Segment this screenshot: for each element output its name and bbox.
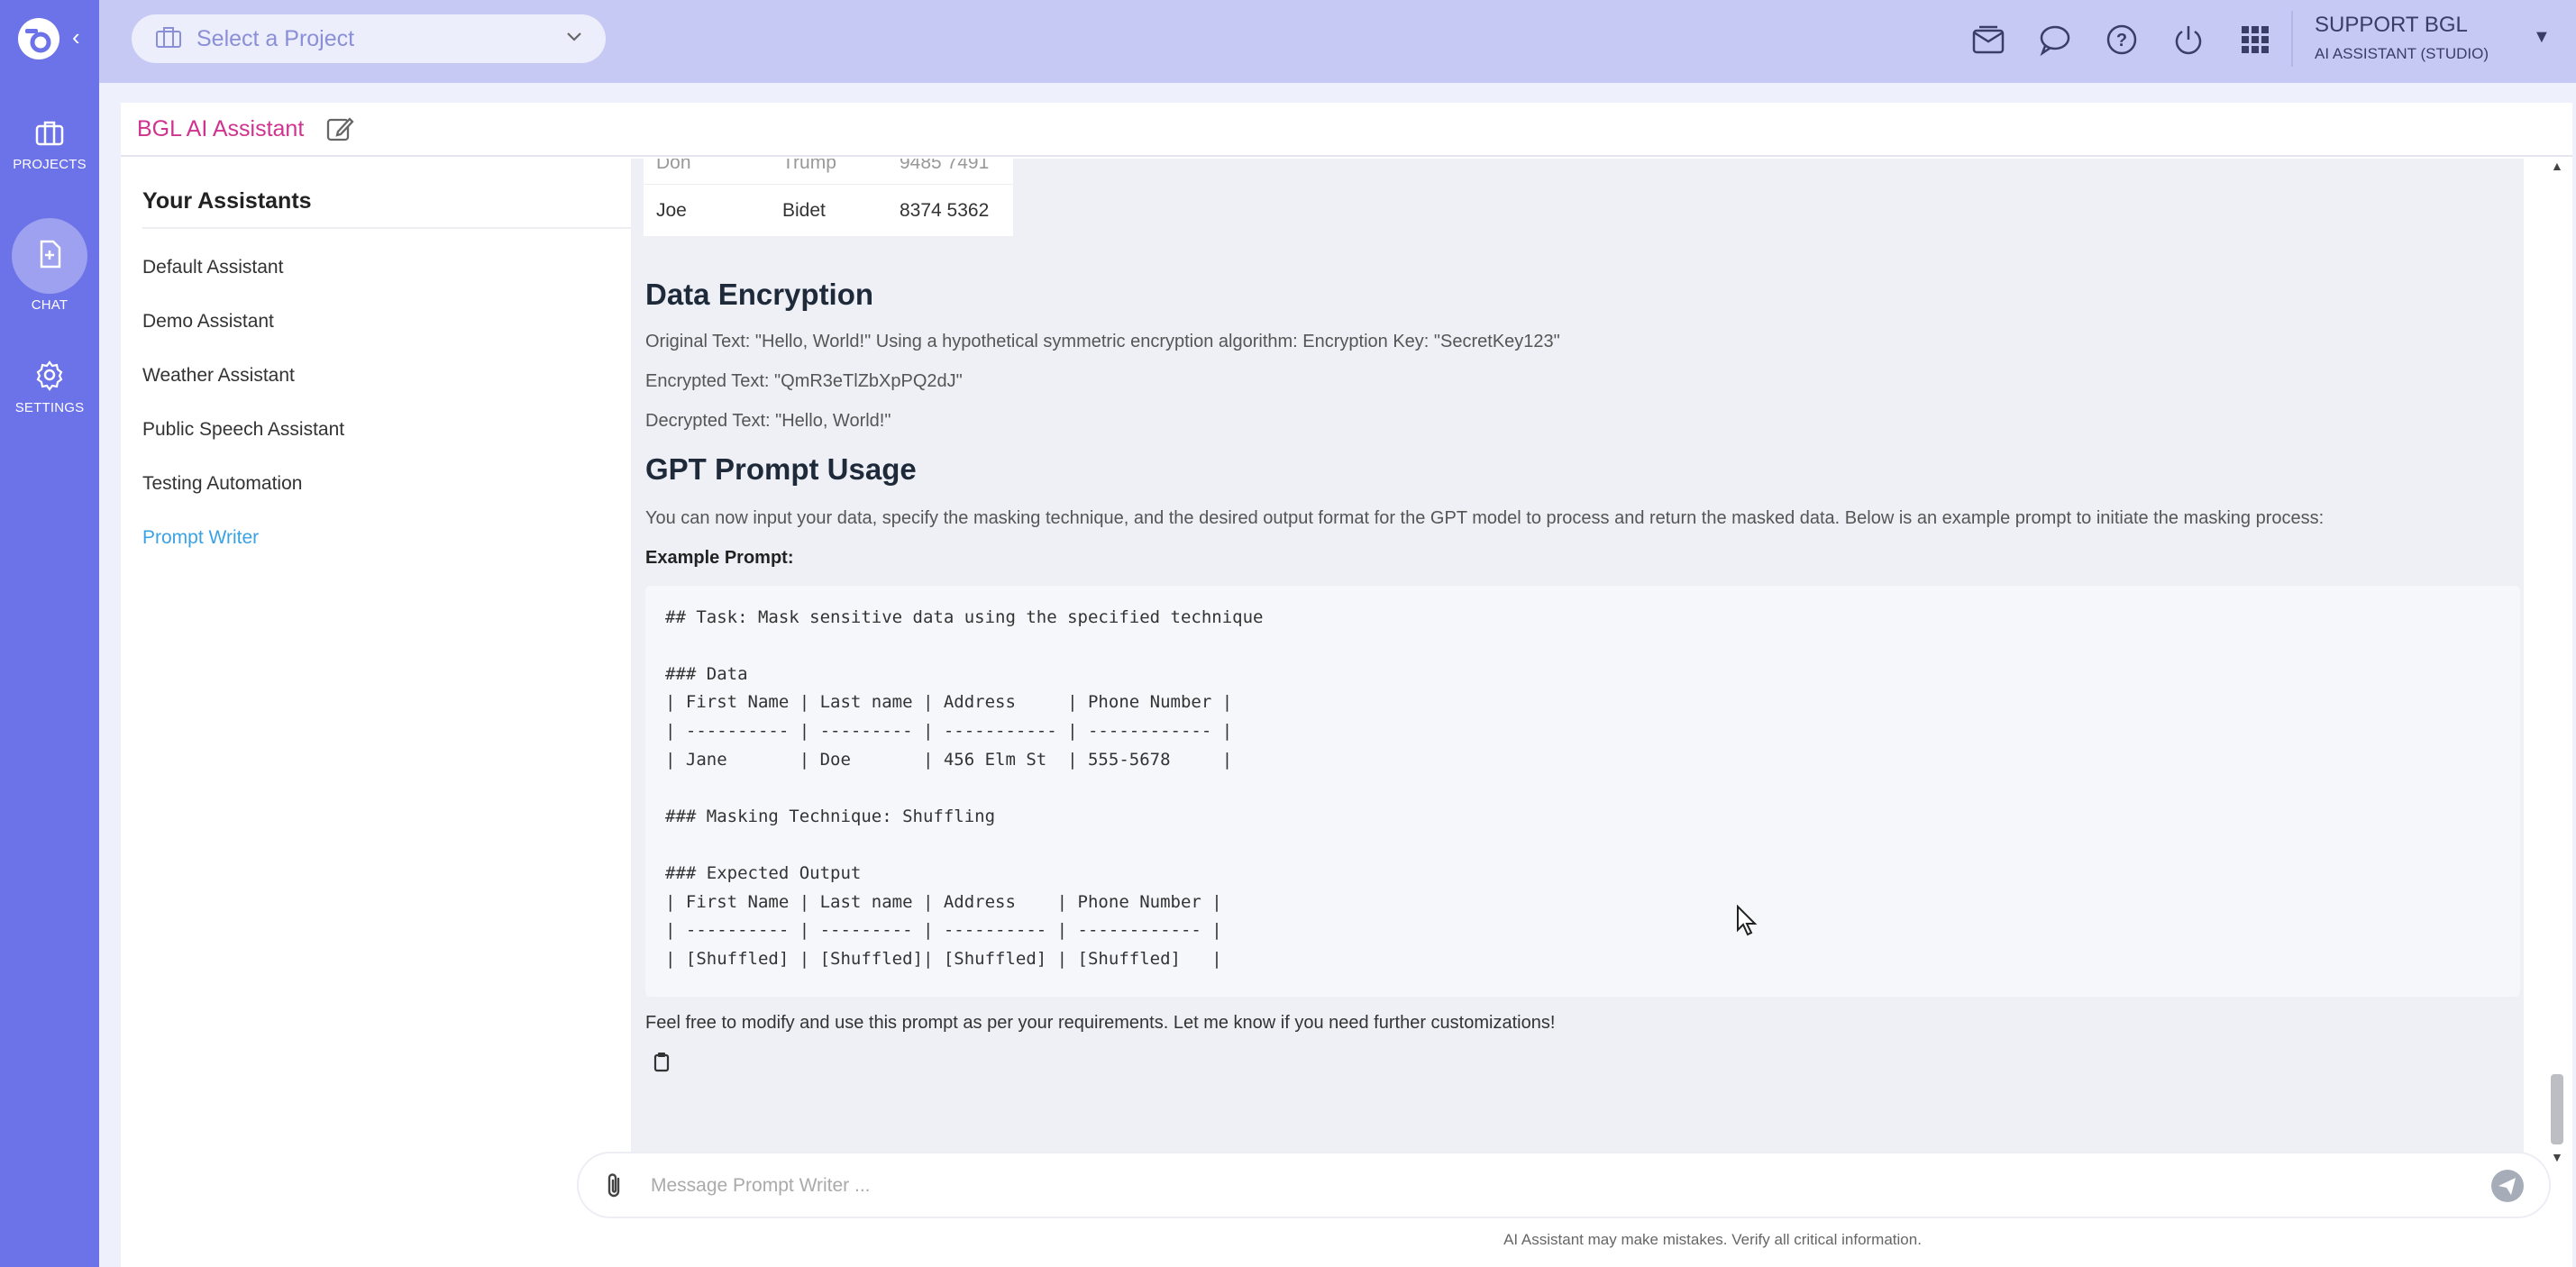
paragraph: Original Text: "Hello, World!" Using a h… — [645, 332, 1560, 351]
rail-item-label: PROJECTS — [13, 157, 87, 172]
page-title: BGL AI Assistant — [137, 115, 305, 141]
data-table: Don Trump 9485 7491 Joe Bidet 8374 5362 — [644, 159, 1013, 236]
table-cell: Bidet — [782, 199, 826, 221]
closing-paragraph: Feel free to modify and use this prompt … — [645, 1013, 1556, 1033]
main-panel: BGL AI Assistant Your Assistants + Defau… — [121, 103, 2572, 1267]
send-icon[interactable] — [2489, 1168, 2526, 1208]
power-icon[interactable] — [2169, 20, 2208, 59]
apps-grid-icon[interactable] — [2235, 20, 2275, 59]
paragraph: Encrypted Text: "QmR3eTlZbXpPQ2dJ" — [645, 371, 963, 391]
code-line: | First Name | Last name | Address | Pho… — [665, 892, 1222, 912]
code-line: | ---------- | --------- | ----------- |… — [665, 721, 1233, 741]
left-rail: ‹ PROJECTS CHAT SETTINGS — [0, 0, 99, 1267]
chat-bubble-icon[interactable] — [2035, 20, 2075, 59]
code-line: ### Masking Technique: Shuffling — [665, 807, 996, 826]
active-indicator — [12, 218, 87, 294]
briefcase-icon — [155, 25, 182, 53]
rail-item-label: SETTINGS — [14, 400, 85, 415]
assistant-item[interactable]: Testing Automation — [142, 472, 344, 526]
table-cell: 8374 5362 — [900, 199, 990, 221]
example-label: Example Prompt: — [645, 548, 794, 568]
assistant-item[interactable]: Weather Assistant — [142, 364, 344, 418]
section-heading: Data Encryption — [645, 278, 874, 311]
assistant-item[interactable]: Demo Assistant — [142, 310, 344, 364]
rail-item-settings[interactable]: SETTINGS — [0, 359, 99, 415]
code-line: ## Task: Mask sensitive data using the s… — [665, 607, 1264, 627]
divider — [2291, 11, 2293, 67]
table-cell: Don — [656, 159, 691, 173]
table-cell: Trump — [782, 159, 836, 173]
rail-item-projects[interactable]: PROJECTS — [0, 117, 99, 172]
chat-scrollbar[interactable]: ▲ ▼ — [2544, 159, 2569, 1222]
paragraph: You can now input your data, specify the… — [645, 508, 2325, 528]
assistants-header: Your Assistants + — [142, 175, 674, 229]
topbar-icons: ? — [1969, 20, 2275, 59]
code-line: ### Data — [665, 664, 748, 684]
edit-icon[interactable] — [325, 114, 354, 143]
user-name: SUPPORT BGL — [2315, 13, 2468, 37]
code-line: ### Expected Output — [665, 863, 862, 883]
table-cell: 9485 7491 — [900, 159, 990, 173]
disclaimer-text: AI Assistant may make mistakes. Verify a… — [1503, 1231, 1922, 1248]
code-block: ## Task: Mask sensitive data using the s… — [645, 586, 2520, 997]
project-select[interactable]: Select a Project — [132, 14, 606, 63]
assistants-list: Default Assistant Demo Assistant Weather… — [142, 256, 344, 580]
top-bar: Select a Project ? SUPPORT BGL AI ASSIST — [99, 0, 2576, 83]
scroll-up-icon[interactable]: ▲ — [2551, 159, 2563, 173]
code-line: | First Name | Last name | Address | Pho… — [665, 692, 1233, 712]
code-line: | Jane | Doe | 456 Elm St | 555-5678 | — [665, 750, 1233, 770]
user-role: AI ASSISTANT (STUDIO) — [2315, 45, 2489, 62]
inbox-icon[interactable] — [1969, 20, 2008, 59]
briefcase-icon — [34, 117, 65, 148]
user-menu[interactable]: SUPPORT BGL AI ASSISTANT (STUDIO) — [2315, 13, 2489, 63]
panel-header: BGL AI Assistant — [121, 103, 2572, 157]
table-row: Joe Bidet 8374 5362 — [644, 184, 1013, 236]
chat-message: Don Trump 9485 7491 Joe Bidet 8374 5362 … — [631, 159, 2524, 1199]
assistant-item[interactable]: Public Speech Assistant — [142, 418, 344, 472]
app-logo-icon[interactable] — [16, 16, 61, 61]
clipboard-icon[interactable] — [653, 1051, 671, 1077]
rail-item-label: CHAT — [31, 297, 69, 313]
paperclip-icon[interactable] — [602, 1171, 626, 1205]
assistants-title: Your Assistants — [142, 187, 312, 214]
code-line: | [Shuffled] | [Shuffled]| [Shuffled] | … — [665, 949, 1222, 969]
scroll-thumb[interactable] — [2551, 1074, 2563, 1144]
message-composer — [577, 1152, 2551, 1218]
help-icon[interactable]: ? — [2102, 20, 2142, 59]
chat-doc-icon — [34, 239, 65, 274]
mouse-cursor-icon — [1736, 904, 1758, 942]
table-cell: Joe — [656, 199, 687, 221]
scroll-down-icon[interactable]: ▼ — [2551, 1150, 2563, 1164]
assistant-item-active[interactable]: Prompt Writer — [142, 526, 344, 580]
project-select-value: Select a Project — [196, 25, 355, 51]
gear-icon — [33, 359, 66, 391]
svg-text:?: ? — [2116, 31, 2127, 50]
code-line: | ---------- | --------- | ---------- | … — [665, 920, 1222, 940]
rail-item-chat[interactable]: CHAT — [0, 218, 99, 313]
caret-down-icon[interactable]: ▼ — [2533, 27, 2551, 48]
section-heading: GPT Prompt Usage — [645, 452, 917, 486]
assistant-item[interactable]: Default Assistant — [142, 256, 344, 310]
message-input[interactable] — [651, 1166, 2435, 1206]
chevron-down-icon — [566, 31, 582, 47]
collapse-rail-icon[interactable]: ‹ — [72, 25, 80, 49]
paragraph: Decrypted Text: "Hello, World!" — [645, 411, 891, 431]
